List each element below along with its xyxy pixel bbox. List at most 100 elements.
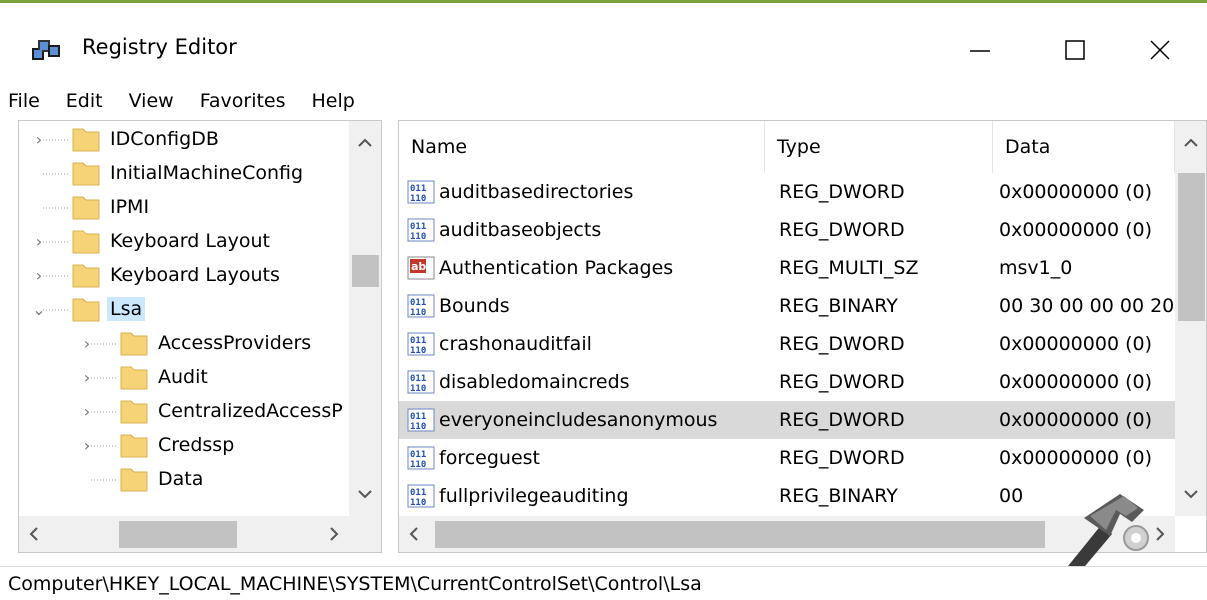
- minimize-button[interactable]: [950, 26, 1010, 76]
- tree-node-label: AccessProviders: [158, 332, 312, 354]
- tree-node[interactable]: Data: [119, 463, 206, 495]
- value-data: msv1_0: [999, 257, 1073, 279]
- value-name: fullprivilegeauditing: [439, 485, 629, 507]
- binary-value-icon: 011110: [407, 294, 435, 318]
- tree-node-label: Credssp: [158, 434, 235, 456]
- tree-node[interactable]: InitialMachineConfig: [71, 157, 306, 189]
- svg-text:011: 011: [410, 222, 426, 232]
- close-button[interactable]: [1130, 26, 1190, 76]
- folder-icon: [120, 468, 148, 492]
- value-name-cell: 011 110 fullprivilegeauditing: [407, 477, 767, 515]
- tree-node[interactable]: IPMI: [71, 191, 152, 223]
- value-row[interactable]: 011 110 everyoneincludesanonymous REG_DWORD…: [399, 401, 1175, 439]
- value-name: Bounds: [439, 295, 510, 317]
- tree-vertical-scrollbar[interactable]: [349, 121, 381, 516]
- tree-connector-line: [91, 343, 117, 345]
- value-data: 00 30 00 00 00 20: [999, 295, 1175, 317]
- svg-text:011: 011: [410, 298, 426, 308]
- tree-connector-line: [91, 411, 117, 413]
- status-bar: Computer\HKEY_LOCAL_MACHINE\SYSTEM\Curre…: [0, 566, 1207, 600]
- value-row[interactable]: 011 110 crashonauditfail REG_DWORD 0x0000000…: [399, 325, 1175, 363]
- value-data: 0x00000000 (0): [999, 371, 1152, 393]
- svg-text:011: 011: [410, 184, 426, 194]
- tree-connector-line: [91, 445, 117, 447]
- svg-text:011: 011: [410, 488, 426, 498]
- tree-node[interactable]: IDConfigDB: [71, 123, 222, 155]
- svg-text:110: 110: [410, 384, 426, 394]
- value-name: forceguest: [439, 447, 540, 469]
- column-header-type[interactable]: Type: [765, 121, 993, 173]
- value-type: REG_DWORD: [779, 371, 905, 393]
- menu-favorites[interactable]: Favorites: [187, 90, 299, 112]
- tree-connector-line: [91, 377, 117, 379]
- folder-icon: [72, 162, 100, 186]
- tree-connector-line: [43, 207, 69, 209]
- tree-scroll-corner: [349, 516, 381, 552]
- value-name-cell: ab Authentication Packages: [407, 249, 767, 287]
- value-name: everyoneincludesanonymous: [439, 409, 718, 431]
- svg-text:110: 110: [410, 422, 426, 432]
- svg-text:110: 110: [410, 460, 426, 470]
- registry-editor-app-icon: [32, 40, 60, 60]
- value-name: crashonauditfail: [439, 333, 592, 355]
- folder-icon: [72, 196, 100, 220]
- svg-text:110: 110: [410, 498, 426, 508]
- folder-icon: [120, 332, 148, 356]
- list-vscroll-graphics: [1178, 138, 1205, 499]
- menu-edit[interactable]: Edit: [53, 90, 116, 112]
- value-row[interactable]: ab Authentication Packages REG_MULTI_SZ msv…: [399, 249, 1175, 287]
- tree-node-label: IDConfigDB: [110, 128, 219, 150]
- tree-horizontal-scrollbar[interactable]: [19, 516, 349, 552]
- svg-text:ab: ab: [411, 260, 426, 273]
- tree-node-label: Data: [158, 468, 204, 490]
- value-row[interactable]: 011 110 disabledomaincreds REG_DWORD 0x00000…: [399, 363, 1175, 401]
- menu-help[interactable]: Help: [299, 90, 368, 112]
- value-name-cell: 011 110 forceguest: [407, 439, 767, 477]
- title-bar: Registry Editor: [0, 6, 1207, 82]
- tree-node-label: IPMI: [110, 196, 150, 218]
- tree-node[interactable]: Keyboard Layout: [71, 225, 273, 257]
- value-name-cell: 011 110 auditbaseobjects: [407, 211, 767, 249]
- binary-value-icon: 011110: [407, 332, 435, 356]
- menu-file[interactable]: File: [0, 90, 53, 112]
- value-name-cell: 011 110 crashonauditfail: [407, 325, 767, 363]
- column-header-data[interactable]: Data: [993, 121, 1175, 173]
- key-tree-pane[interactable]: IDConfigDB › InitialMachineConfig IPMI Keybo…: [18, 120, 382, 553]
- tree-connector-line: [43, 309, 69, 311]
- binary-value-icon: 011110: [407, 408, 435, 432]
- maximize-button[interactable]: [1045, 26, 1105, 76]
- menu-view[interactable]: View: [116, 90, 187, 112]
- value-row[interactable]: 011 110 Bounds REG_BINARY 00 30 00 00 00 20: [399, 287, 1175, 325]
- value-name: auditbasedirectories: [439, 181, 634, 203]
- current-key-path: Computer\HKEY_LOCAL_MACHINE\SYSTEM\Curre…: [8, 572, 702, 595]
- binary-value-icon: 011110: [407, 370, 435, 394]
- tree-node[interactable]: Credssp: [119, 429, 237, 461]
- tree-node-label: InitialMachineConfig: [110, 162, 304, 184]
- tree-node[interactable]: Audit: [119, 361, 211, 393]
- folder-icon: [72, 230, 100, 254]
- value-row[interactable]: 011 110 auditbasedirectories REG_DWORD 0x000…: [399, 173, 1175, 211]
- registry-editor-window: Registry Editor File Edit View Favorites…: [0, 0, 1207, 600]
- value-type: REG_DWORD: [779, 333, 905, 355]
- tree-vscroll-graphics: [352, 138, 379, 499]
- tree-node[interactable]: AccessProviders: [119, 327, 314, 359]
- value-row[interactable]: 011 110 auditbaseobjects REG_DWORD 0x0000000…: [399, 211, 1175, 249]
- tree-node[interactable]: CentralizedAccessP: [119, 395, 346, 427]
- folder-icon: [120, 434, 148, 458]
- column-header-name[interactable]: Name: [399, 121, 765, 173]
- tree-connector-line: [43, 139, 69, 141]
- value-name: Authentication Packages: [439, 257, 674, 279]
- svg-text:110: 110: [410, 232, 426, 242]
- column-data-label: Data: [1005, 136, 1051, 158]
- folder-icon: [120, 366, 148, 390]
- tree-node[interactable]: Lsa: [71, 293, 146, 325]
- value-name-cell: 011 110 everyoneincludesanonymous: [407, 401, 767, 439]
- svg-text:110: 110: [410, 194, 426, 204]
- tree-node-label: Lsa: [107, 297, 146, 321]
- list-header: Name Type Data: [399, 121, 1175, 173]
- tree-connector-line: [43, 241, 69, 243]
- list-vertical-scrollbar[interactable]: [1175, 121, 1206, 516]
- tree-node[interactable]: Keyboard Layouts: [71, 259, 283, 291]
- value-type: REG_DWORD: [779, 181, 905, 203]
- svg-text:011: 011: [410, 336, 426, 346]
